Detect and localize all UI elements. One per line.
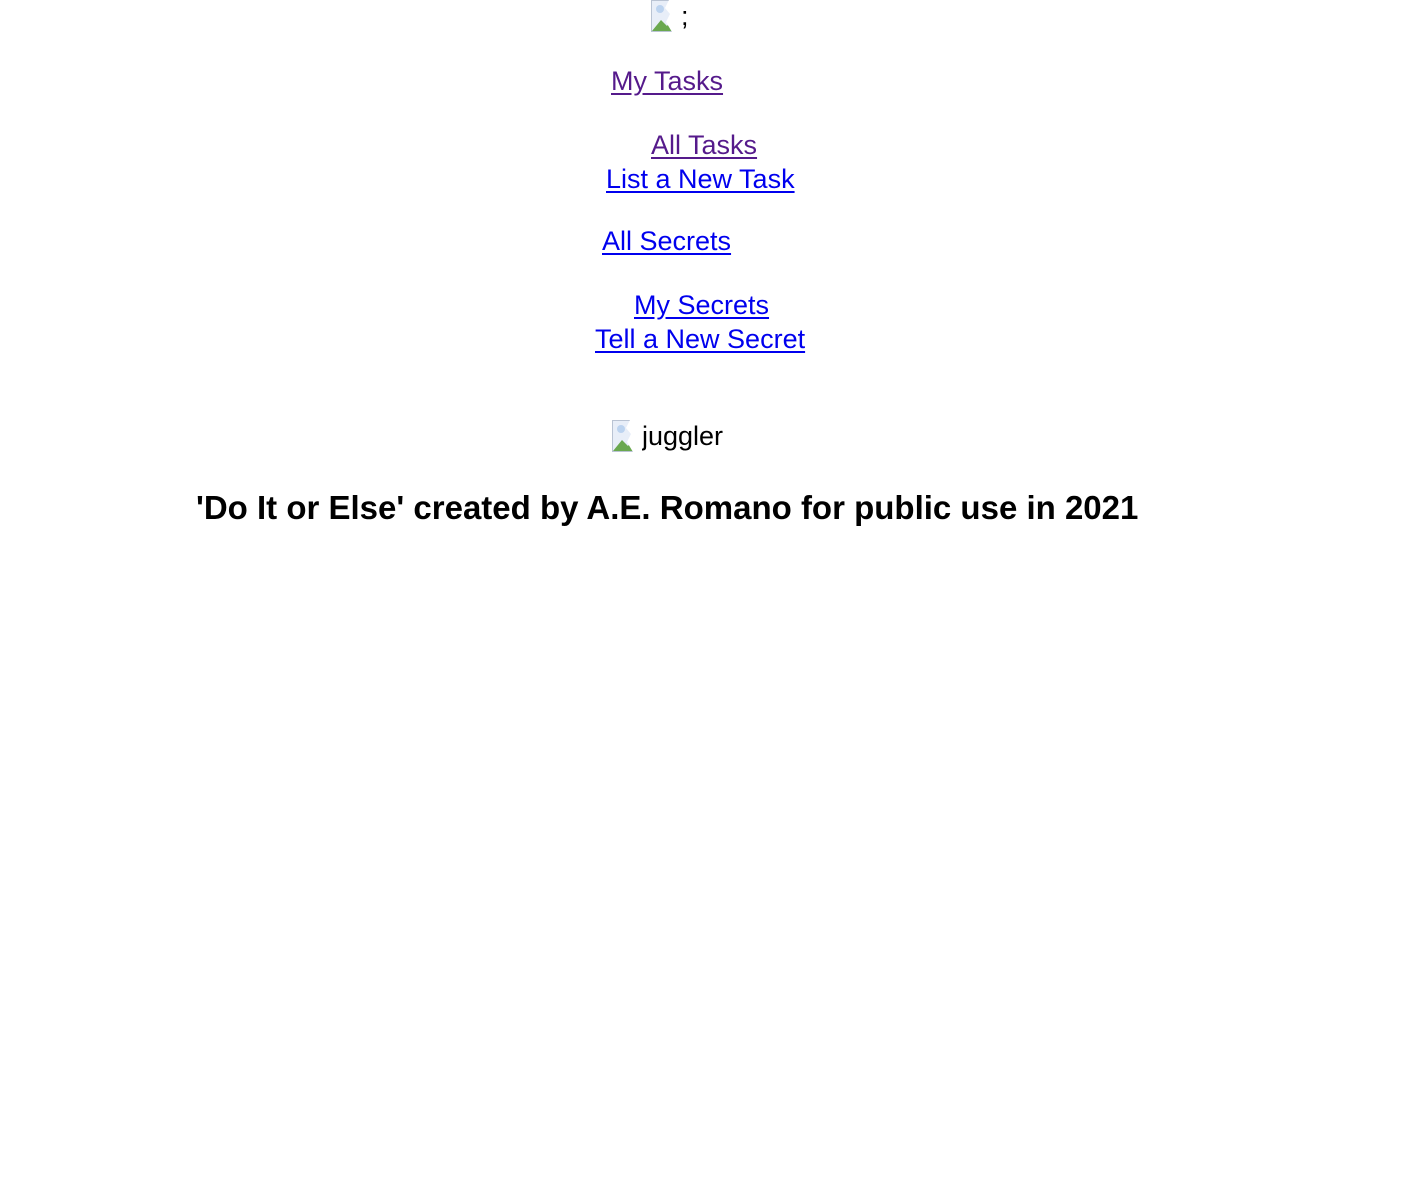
- juggler-alt-text: juggler: [642, 421, 724, 451]
- logo-alt-text: ;: [681, 1, 689, 31]
- juggler-image: juggler: [612, 420, 723, 452]
- nav-new-task-link[interactable]: List a New Task: [606, 164, 795, 195]
- nav-my-tasks-link[interactable]: My Tasks: [611, 66, 723, 97]
- logo-image: ;: [651, 0, 689, 32]
- nav-my-secrets-link[interactable]: My Secrets: [634, 290, 769, 321]
- page: ; My Tasks All Tasks List a New Task All…: [0, 0, 1424, 1192]
- nav-all-secrets-link[interactable]: All Secrets: [602, 226, 731, 257]
- broken-image-icon: [612, 420, 642, 452]
- nav-all-tasks-link[interactable]: All Tasks: [651, 130, 757, 161]
- nav-new-secret-link[interactable]: Tell a New Secret: [595, 324, 805, 355]
- footer-credit-heading: 'Do It or Else' created by A.E. Romano f…: [196, 489, 1139, 526]
- broken-image-icon: [651, 0, 681, 32]
